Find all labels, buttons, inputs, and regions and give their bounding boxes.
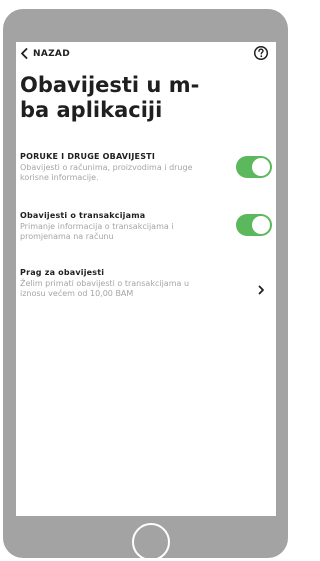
- setting-description-line1: Primanje informacija o transakcijama i: [20, 222, 174, 231]
- setting-row-messages: PORUKE I DRUGE OBAVIJESTI Obavijesti o r…: [20, 152, 272, 186]
- setting-description-line1: Obavijesti o računima, proizvodima i dru…: [20, 163, 193, 172]
- back-button[interactable]: NAZAD: [20, 48, 70, 59]
- setting-description: Obavijesti o računima, proizvodima i dru…: [20, 163, 230, 183]
- help-button[interactable]: [253, 45, 269, 61]
- question-circle-icon: [253, 45, 269, 65]
- setting-description-line2: promjenama na računu: [20, 232, 114, 241]
- setting-label: PORUKE I DRUGE OBAVIJESTI: [20, 152, 155, 161]
- setting-label: Obavijesti o transakcijama: [20, 211, 146, 220]
- setting-description-line2: korisne informacije.: [20, 173, 99, 182]
- setting-label: Prag za obavijesti: [20, 268, 105, 277]
- setting-description-line1: Želim primati obavijesti o transakcijama…: [20, 279, 190, 288]
- page-title-line2: ba aplikaciji: [20, 98, 163, 122]
- chevron-right-icon: [256, 280, 266, 295]
- home-button[interactable]: [132, 523, 170, 561]
- app-screen: NAZAD Obavijesti u m- ba aplikaciji PORU…: [16, 42, 276, 516]
- top-bar: NAZAD: [16, 42, 276, 70]
- setting-description-line2: iznosu većem od 10,00 BAM: [20, 289, 134, 298]
- setting-row-transactions: Obavijesti o transakcijama Primanje info…: [20, 211, 272, 245]
- page-title: Obavijesti u m- ba aplikaciji: [20, 73, 250, 123]
- setting-description: Primanje informacija o transakcijama i p…: [20, 222, 230, 242]
- back-label: NAZAD: [33, 48, 70, 59]
- chevron-left-icon: [20, 48, 28, 59]
- phone-frame: NAZAD Obavijesti u m- ba aplikaciji PORU…: [3, 9, 288, 561]
- setting-row-threshold[interactable]: Prag za obavijesti Želim primati obavije…: [20, 268, 272, 302]
- messages-toggle[interactable]: [236, 156, 272, 178]
- setting-description: Želim primati obavijesti o transakcijama…: [20, 279, 230, 299]
- page-title-line1: Obavijesti u m-: [20, 73, 200, 97]
- toggle-knob: [252, 158, 270, 176]
- toggle-knob: [252, 216, 270, 234]
- transactions-toggle[interactable]: [236, 214, 272, 236]
